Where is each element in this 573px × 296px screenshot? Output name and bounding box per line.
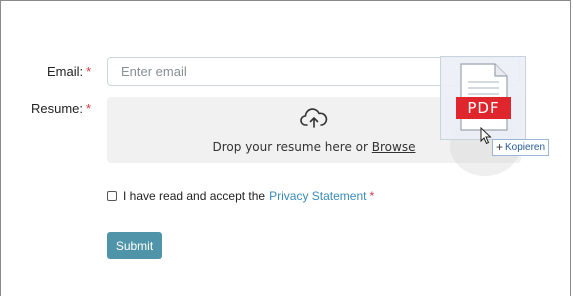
required-mark: * [86,101,92,116]
cursor-arrow-icon [480,127,492,145]
copy-tooltip: + Kopieren [492,139,550,156]
email-label-text: Email: [47,64,84,79]
privacy-consent-row: I have read and accept the Privacy State… [107,189,374,203]
cloud-upload-icon [300,108,328,128]
privacy-statement-link[interactable]: Privacy Statement [269,189,366,203]
dropzone-prompt: Drop your resume here or [212,140,368,154]
pdf-badge: PDF [456,97,511,119]
privacy-checkbox[interactable] [107,191,117,201]
submit-button[interactable]: Submit [107,232,162,259]
resume-label: Resume: * [31,101,91,116]
plus-icon: + [496,140,504,154]
resume-label-text: Resume: [31,101,84,116]
email-label: Email: * [47,64,91,79]
browse-link[interactable]: Browse [372,140,416,154]
checkbox-label: I have read and accept the [123,189,266,203]
copy-tooltip-text: Kopieren [505,142,546,153]
required-mark: * [369,189,375,203]
required-mark: * [86,64,92,79]
